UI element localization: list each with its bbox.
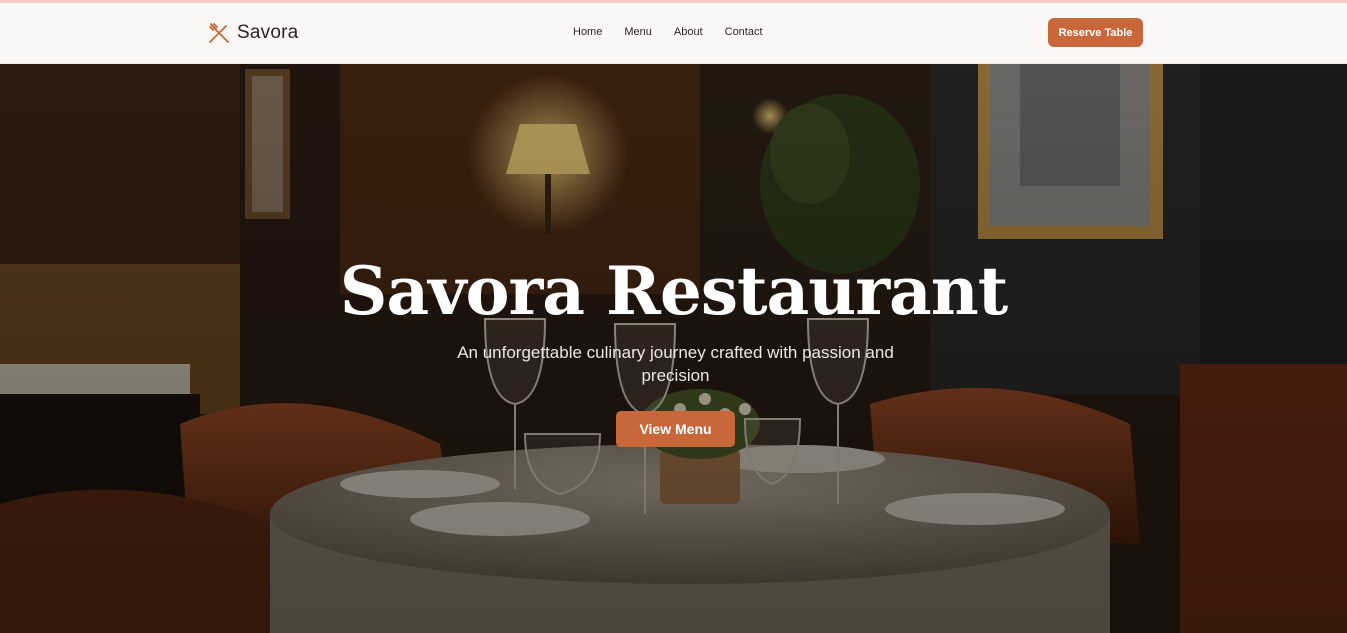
- hero-subtitle: An unforgettable culinary journey crafte…: [457, 343, 894, 385]
- hero-title: Savora Restaurant: [339, 252, 1009, 330]
- brand-name: Savora: [237, 22, 299, 43]
- hero-section: Savora Restaurant An unforgettable culin…: [0, 64, 1347, 633]
- reserve-table-button[interactable]: Reserve Table: [1048, 18, 1143, 47]
- nav-link-about[interactable]: About: [674, 26, 703, 38]
- nav-link-home[interactable]: Home: [573, 26, 602, 38]
- nav-link-menu[interactable]: Menu: [624, 26, 652, 38]
- main-nav: Home Menu About Contact: [573, 26, 785, 38]
- view-menu-button[interactable]: View Menu: [616, 411, 735, 447]
- brand-logo[interactable]: Savora: [207, 21, 298, 45]
- nav-link-contact[interactable]: Contact: [725, 26, 763, 38]
- fork-knife-icon: [207, 21, 231, 45]
- navbar: Savora Home Menu About Contact Reserve T…: [0, 3, 1347, 64]
